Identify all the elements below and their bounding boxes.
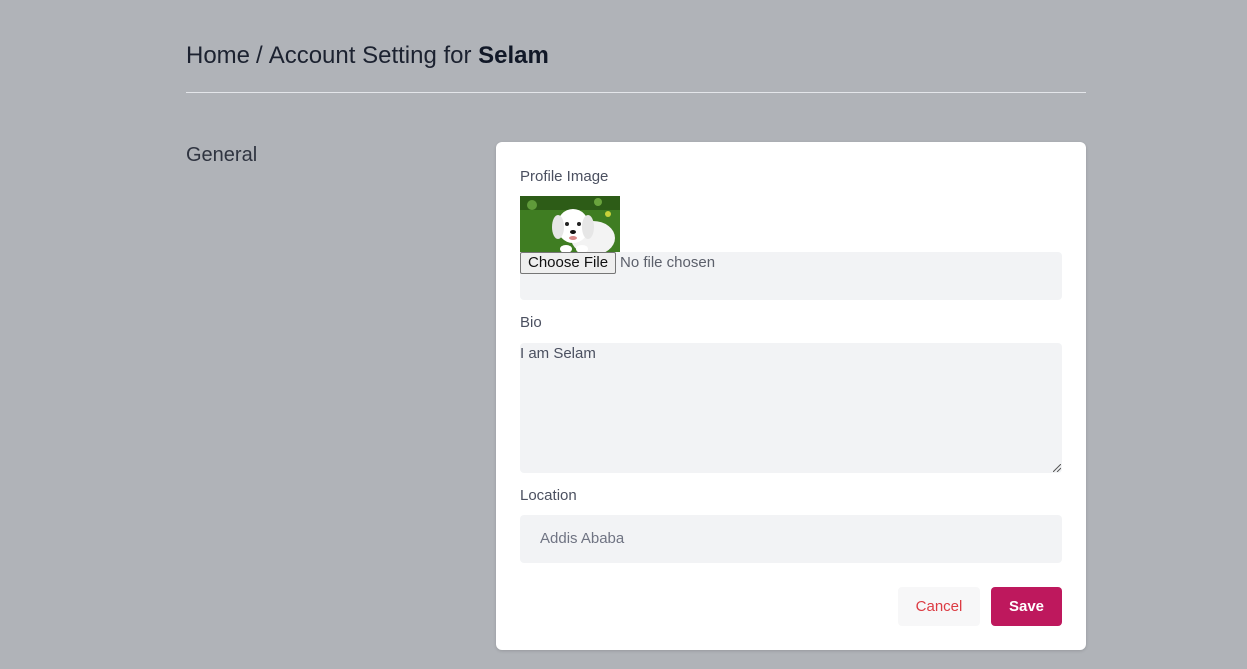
bio-label: Bio [520, 314, 542, 331]
choose-file-button[interactable]: Choose File [520, 252, 617, 274]
bio-text: I am Selam [520, 345, 596, 362]
breadcrumb-separator: / [256, 42, 263, 69]
breadcrumb-username: Selam [478, 42, 549, 69]
section-title-general: General [186, 144, 258, 166]
profile-image-label: Profile Image [520, 168, 609, 185]
breadcrumb: Home / Account Setting for Selam [186, 42, 549, 70]
header-divider [186, 92, 1086, 93]
breadcrumb-account-setting: Account Setting for [268, 42, 472, 69]
profile-image-file-input[interactable]: Choose File No file chosen [520, 252, 1062, 300]
breadcrumb-home[interactable]: Home [186, 42, 250, 69]
account-settings-card: Profile Image Choose File No file chosen… [496, 142, 1086, 650]
cancel-button[interactable]: Cancel [898, 587, 980, 626]
save-button[interactable]: Save [991, 587, 1062, 626]
profile-image-preview [520, 196, 620, 252]
file-status-text: No file chosen [620, 254, 716, 271]
resize-handle-icon[interactable] [1053, 464, 1061, 472]
bio-textarea[interactable]: I am Selam [520, 343, 1062, 473]
location-label: Location [520, 487, 577, 504]
location-value: Addis Ababa [540, 530, 625, 547]
location-input[interactable]: Addis Ababa [520, 515, 1062, 563]
